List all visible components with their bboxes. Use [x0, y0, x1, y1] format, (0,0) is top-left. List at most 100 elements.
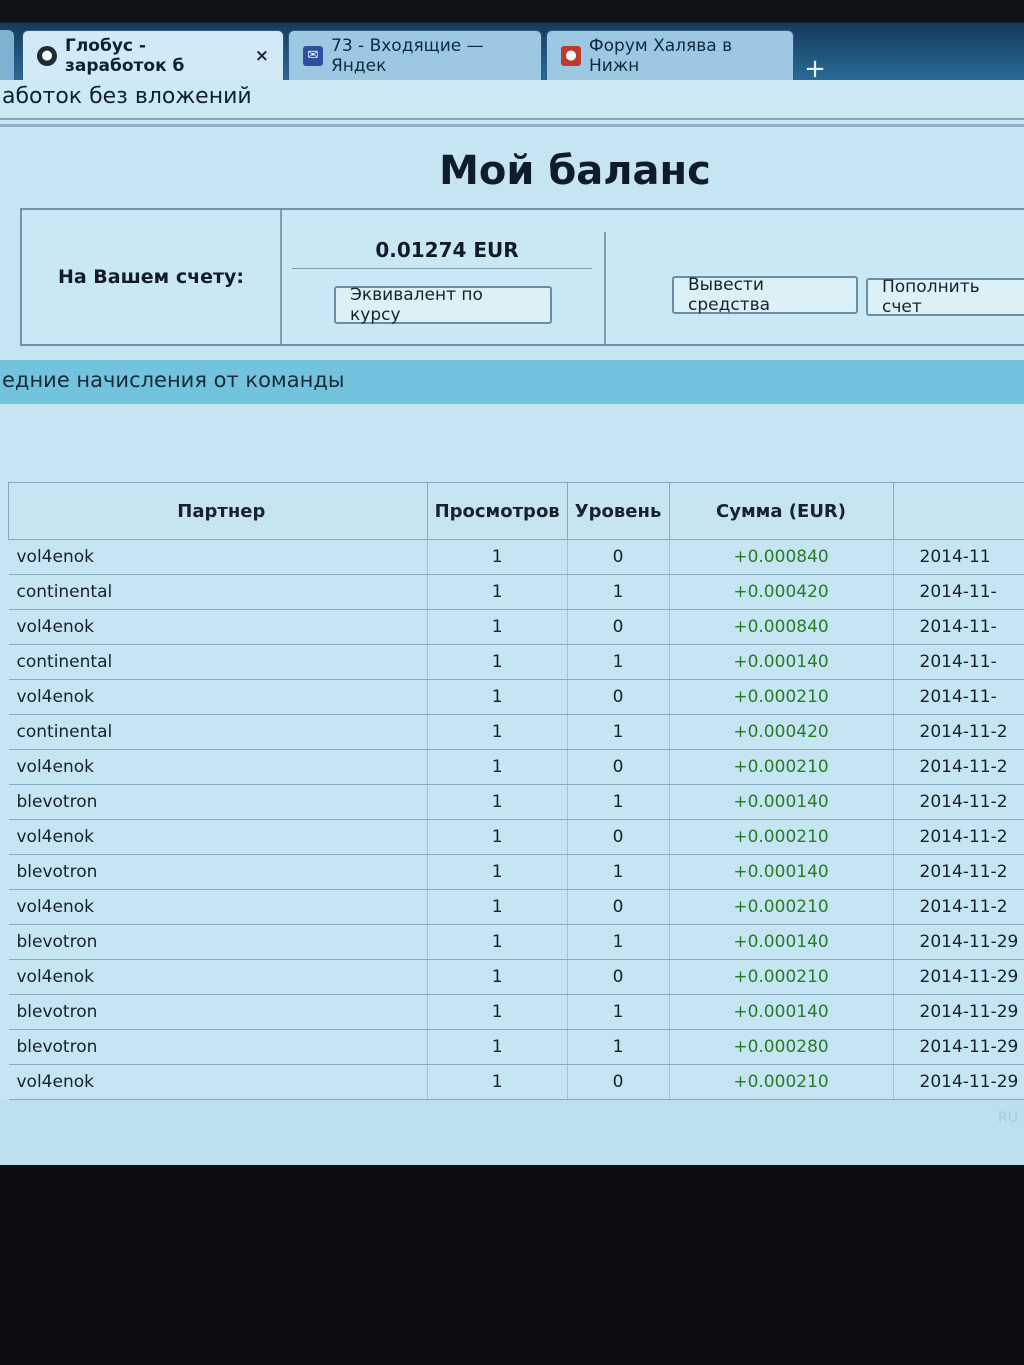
date-cell: 2014-11-2: [893, 714, 1024, 750]
sum-cell: +0.000140: [669, 924, 894, 960]
table-row: vol4enok 1 0 +0.000210 2014-11-: [8, 679, 1024, 715]
sum-cell: +0.000840: [669, 539, 894, 575]
topup-button[interactable]: Пополнить счет: [866, 277, 1024, 317]
views-cell: 1: [427, 889, 568, 925]
level-cell: 1: [567, 924, 670, 960]
views-cell: 1: [427, 994, 568, 1030]
table-row: blevotron 1 1 +0.000140 2014-11-2: [8, 854, 1024, 890]
mail-icon: ✉: [303, 45, 323, 66]
header-date: Д: [892, 482, 1024, 540]
sum-cell: +0.000840: [669, 609, 894, 645]
tab-globus[interactable]: ● Глобус - заработок б ×: [22, 30, 284, 80]
partner-cell: vol4enok: [8, 679, 428, 715]
date-cell: 2014-11: [893, 539, 1024, 575]
date-cell: 2014-11-29: [893, 1029, 1024, 1065]
table-row: blevotron11+0.0001402014-11-29: [8, 994, 1024, 1030]
sum-cell: +0.000210: [669, 959, 894, 995]
page-footer: RU: [0, 1100, 1024, 1165]
level-cell: 1: [567, 644, 670, 680]
views-cell: 1: [427, 749, 568, 785]
tab-forum[interactable]: ● Форум Халява в Нижн: [546, 30, 794, 80]
partner-cell: vol4enok: [8, 889, 428, 925]
date-cell: 2014-11-29: [893, 1064, 1024, 1100]
sum-cell: +0.000140: [669, 854, 894, 890]
sum-cell: +0.000210: [669, 679, 894, 715]
date-cell: 2014-11-: [893, 679, 1024, 715]
date-cell: 2014-11-: [893, 574, 1024, 610]
table-row: blevotron11+0.0001402014-11-29: [8, 924, 1024, 960]
date-cell: 2014-11-2: [893, 784, 1024, 820]
balance-amount: 0.01274 EUR: [375, 238, 519, 262]
divider: [0, 124, 1024, 127]
sum-cell: +0.000280: [669, 1029, 894, 1065]
header-level: Уровень: [566, 482, 670, 540]
table-row: vol4enok 1 0 +0.000210 2014-11-2: [8, 819, 1024, 855]
partner-cell: continental: [8, 714, 428, 750]
tab-label: Форум Халява в Нижн: [589, 35, 733, 76]
date-cell: 2014-11-2: [893, 889, 1024, 925]
partner-cell: vol4enok: [8, 819, 428, 855]
equivalent-rate-button[interactable]: Эквивалент по курсу: [334, 285, 552, 325]
partner-cell: vol4enok: [8, 959, 428, 995]
table-row: blevotron 1 1 +0.000140 2014-11-2: [8, 784, 1024, 820]
partner-cell: vol4enok: [8, 609, 428, 645]
balance-label: На Вашем счету:: [22, 210, 282, 344]
language-indicator[interactable]: RU: [998, 1110, 1018, 1126]
level-cell: 1: [567, 854, 670, 890]
divider: [292, 268, 592, 269]
level-cell: 1: [567, 574, 670, 610]
level-cell: 0: [567, 959, 670, 995]
level-cell: 0: [567, 679, 670, 715]
table-row: vol4enok 1 0 +0.000210 2014-11-2: [8, 749, 1024, 785]
balance-panel: На Вашем счету: 0.01274 EUR Эквивалент п…: [20, 208, 1024, 346]
views-cell: 1: [427, 644, 568, 680]
level-cell: 0: [567, 819, 670, 855]
forum-icon: ●: [561, 45, 581, 66]
views-cell: 1: [427, 854, 568, 890]
level-cell: 0: [567, 539, 670, 575]
header-partner: Партнер: [8, 482, 428, 540]
table-row: continental 1 1 +0.000140 2014-11-: [8, 644, 1024, 680]
divider: [604, 232, 606, 344]
views-cell: 1: [427, 819, 568, 855]
table-row: continental 1 1 +0.000420 2014-11-2: [8, 714, 1024, 750]
withdraw-button[interactable]: Вывести средства: [672, 275, 858, 315]
level-cell: 0: [567, 889, 670, 925]
page-title: Мой баланс: [439, 148, 711, 194]
table-row: blevotron 1 1 +0.000280 2014-11-29: [8, 1029, 1024, 1065]
table-row: vol4enok10+0.0002102014-11-29: [8, 959, 1024, 995]
close-icon[interactable]: ×: [255, 46, 269, 66]
level-cell: 1: [567, 714, 670, 750]
views-cell: 1: [427, 1064, 568, 1100]
accruals-table: Партнер Просмотров Уровень Сумма (EUR) Д…: [8, 482, 1024, 1165]
table-row: vol4enok 1 0 +0.000840 2014-11-: [8, 609, 1024, 645]
tab-scroll-left[interactable]: [0, 30, 14, 80]
sum-cell: +0.000210: [669, 889, 894, 925]
partner-cell: blevotron: [8, 924, 428, 960]
views-cell: 1: [427, 574, 568, 610]
table-row: vol4enok 1 0 +0.000210 2014-11-2: [8, 889, 1024, 925]
sum-cell: +0.000140: [669, 994, 894, 1030]
date-cell: 2014-11-: [893, 644, 1024, 680]
level-cell: 1: [567, 1029, 670, 1065]
views-cell: 1: [427, 679, 568, 715]
level-cell: 0: [567, 609, 670, 645]
sum-cell: +0.000210: [669, 819, 894, 855]
header-sum: Сумма (EUR): [668, 482, 894, 540]
table-header-row: Партнер Просмотров Уровень Сумма (EUR) Д: [8, 482, 1024, 540]
views-cell: 1: [427, 959, 568, 995]
views-cell: 1: [427, 1029, 568, 1065]
browser-tab-bar: ● Глобус - заработок б × ✉ 73 - Входящие…: [0, 0, 1024, 84]
tab-yandex-mail[interactable]: ✉ 73 - Входящие — Яндек: [288, 30, 542, 80]
level-cell: 0: [567, 1064, 670, 1100]
partner-cell: continental: [8, 644, 428, 680]
sum-cell: +0.000140: [669, 644, 894, 680]
table-row: vol4enok10+0.0002102014-11-29: [8, 1064, 1024, 1100]
tab-label: Глобус - заработок б: [65, 35, 185, 76]
partner-cell: vol4enok: [8, 749, 428, 785]
globe-icon: ●: [37, 45, 57, 66]
sum-cell: +0.000420: [669, 574, 894, 610]
header-views: Просмотров: [426, 482, 568, 540]
site-header-text: аботок без вложений: [2, 84, 252, 109]
partner-cell: blevotron: [8, 994, 428, 1030]
